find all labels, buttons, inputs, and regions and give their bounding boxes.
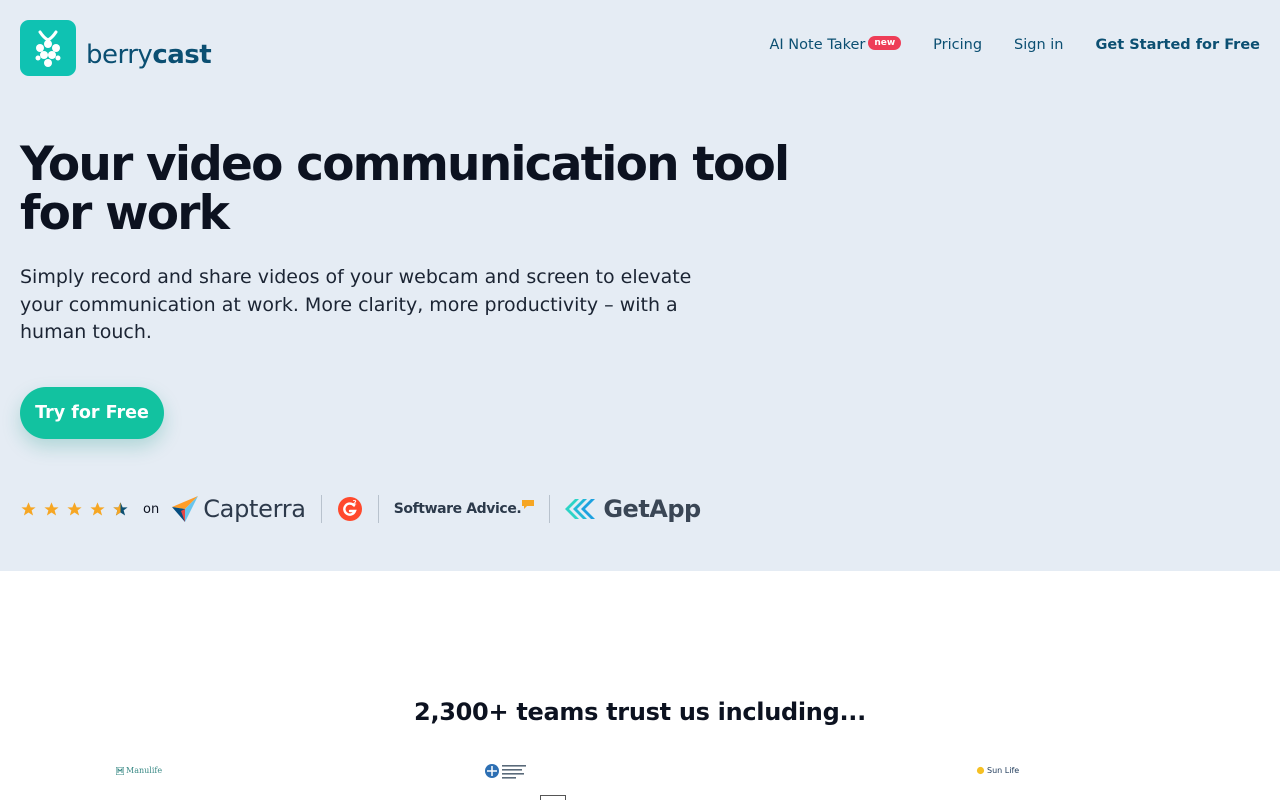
- nav-pricing[interactable]: Pricing: [933, 37, 982, 53]
- sun-icon: [976, 766, 985, 775]
- svg-text:2: 2: [352, 500, 356, 507]
- capterra-icon: [172, 496, 199, 522]
- trust-heading: 2,300+ teams trust us including...: [414, 698, 866, 726]
- client-logo-partial: [540, 795, 566, 800]
- new-badge: new: [868, 36, 902, 50]
- nav-get-started[interactable]: Get Started for Free: [1096, 37, 1260, 53]
- star-icon: [44, 501, 59, 516]
- institute-icon: [485, 764, 526, 779]
- hero-subtext: Simply record and share videos of your w…: [20, 266, 692, 343]
- nav-ai-note-taker[interactable]: AI Note Taker new: [770, 36, 902, 53]
- star-icon: [67, 501, 82, 516]
- software-advice-logo[interactable]: Software Advice.: [394, 500, 535, 517]
- star-icon: [90, 501, 105, 516]
- client-logo-sun-life: Sun Life: [976, 766, 1019, 775]
- try-for-free-button[interactable]: Try for Free: [20, 387, 164, 439]
- getapp-logo[interactable]: GetApp: [565, 495, 701, 523]
- divider: [549, 495, 551, 523]
- divider: [320, 495, 322, 523]
- star-icon: [21, 501, 36, 516]
- top-nav: AI Note Taker new Pricing Sign in Get St…: [738, 36, 1260, 53]
- star-rating: [20, 501, 135, 518]
- g2-logo[interactable]: 2: [337, 496, 363, 522]
- nav-sign-in[interactable]: Sign in: [1014, 37, 1063, 53]
- getapp-icon: [565, 499, 596, 519]
- hero-headline: Your video communication tool for work: [20, 137, 790, 241]
- divider: [377, 495, 379, 523]
- hero-section: berrycast AI Note Taker new Pricing Sign…: [0, 0, 1280, 571]
- software-advice-icon: [522, 500, 535, 509]
- client-logo-manulife: Manulife: [116, 766, 162, 775]
- half-star-icon: [113, 501, 128, 516]
- on-label: on: [143, 501, 160, 517]
- capterra-logo[interactable]: Capterra: [171, 495, 306, 523]
- g2-icon: 2: [337, 497, 362, 521]
- ratings-row: on Capterra 2 Software Advice. GetApp: [20, 492, 701, 526]
- brand-wordmark: berrycast: [86, 40, 212, 70]
- manulife-icon: [116, 766, 124, 775]
- brand-logo[interactable]: berrycast: [20, 20, 212, 76]
- berry-logo-icon: [20, 20, 76, 76]
- client-logo-institute: [484, 762, 528, 780]
